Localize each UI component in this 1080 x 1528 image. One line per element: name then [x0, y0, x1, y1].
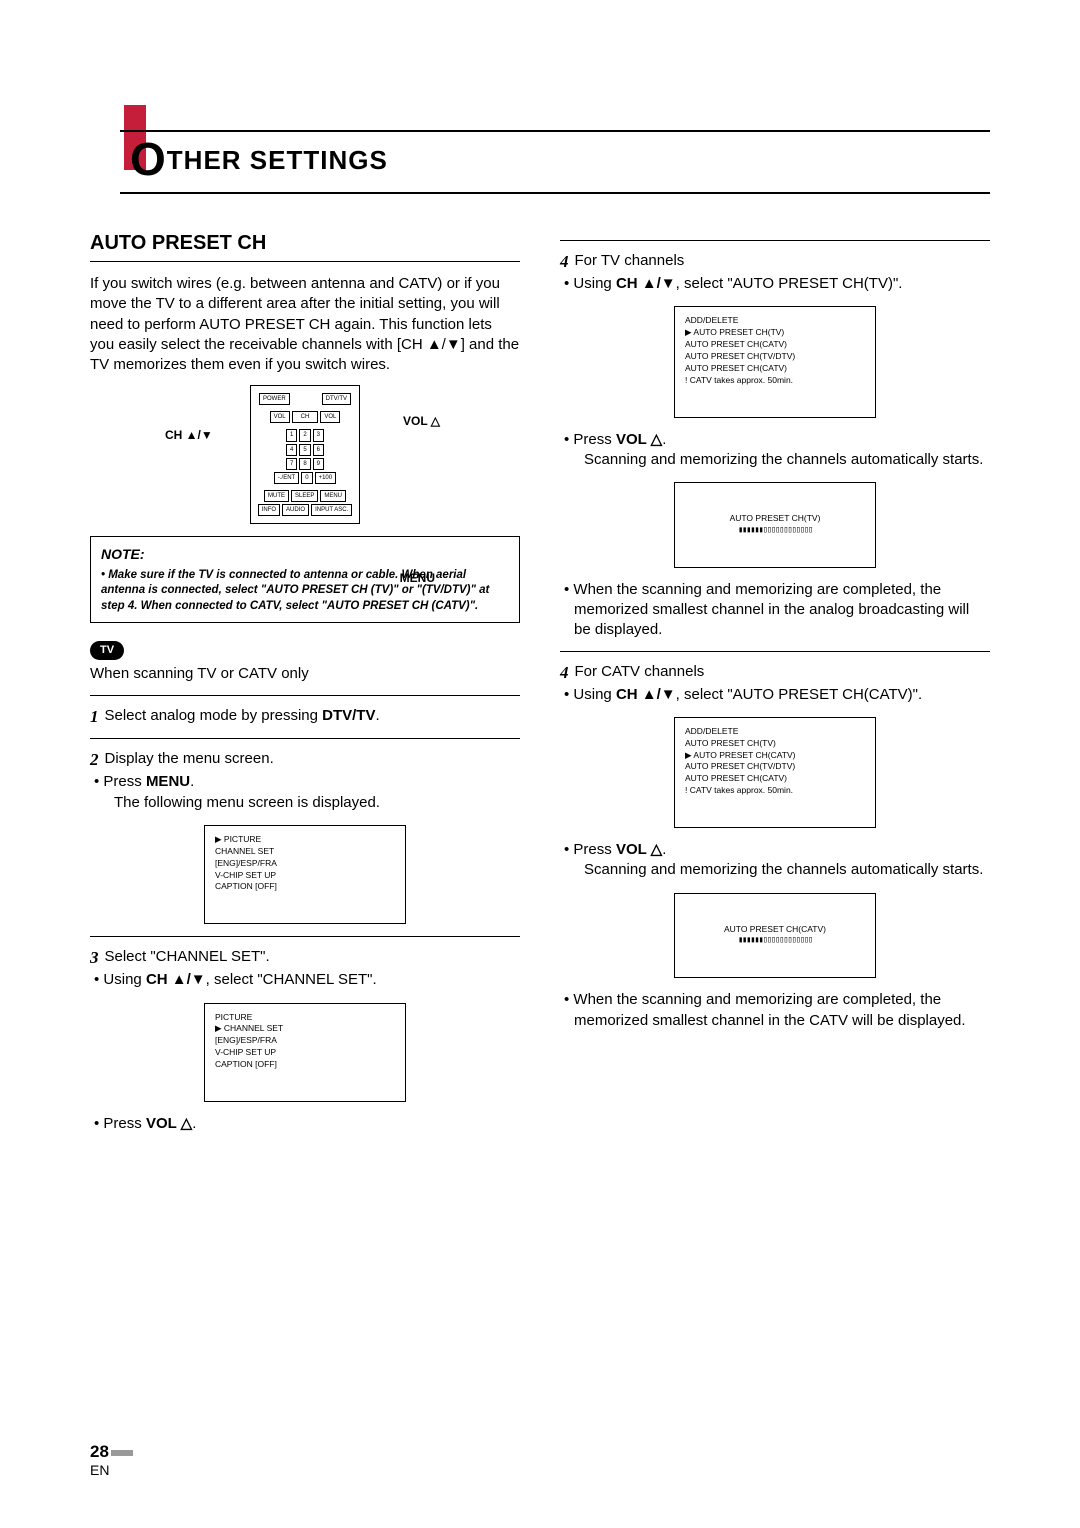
progress-bar: ▮▮▮▮▮▮▯▯▯▯▯▯▯▯▯▯▯▯	[685, 525, 865, 537]
step-number: 4	[560, 662, 569, 685]
osd-scan-catv: AUTO PRESET CH(CATV) ▮▮▮▮▮▮▯▯▯▯▯▯▯▯▯▯▯▯	[674, 893, 876, 979]
step-number: 3	[90, 947, 99, 970]
step-4-catv: 4 For CATV channels	[560, 662, 990, 685]
osd-scan-tv: AUTO PRESET CH(TV) ▮▮▮▮▮▮▯▯▯▯▯▯▯▯▯▯▯▯	[674, 482, 876, 568]
bullet: • When the scanning and memorizing are c…	[574, 580, 990, 641]
remote-diagram: VOL △ CH ▲/▼ MENU POWERDTV/TV VOL CH VOL…	[225, 385, 385, 524]
dropcap: O	[130, 133, 167, 185]
right-column: 4 For TV channels • Using CH ▲/▼, select…	[560, 230, 990, 1134]
remote-frame: POWERDTV/TV VOL CH VOL 123 456 789 -./EN…	[250, 385, 361, 524]
page-lang: EN	[90, 1462, 109, 1478]
bullet: • Using CH ▲/▼, select "CHANNEL SET".	[104, 970, 520, 990]
osd-menu-2: PICTURE ▶ CHANNEL SET [ENG]/ESP/FRA V-CH…	[204, 1003, 406, 1102]
callout-ch: CH ▲/▼	[165, 427, 213, 443]
osd-menu-3: ADD/DELETE ▶ AUTO PRESET CH(TV) AUTO PRE…	[674, 306, 876, 417]
bullet: • Press VOL △.	[574, 840, 990, 860]
bullet: • When the scanning and memorizing are c…	[574, 990, 990, 1031]
step-text: For TV channels	[575, 251, 685, 274]
osd-menu-1: ▶ PICTURE CHANNEL SET [ENG]/ESP/FRA V-CH…	[204, 825, 406, 924]
divider	[90, 738, 520, 739]
two-column-body: AUTO PRESET CH If you switch wires (e.g.…	[90, 230, 990, 1134]
note-text: • Make sure if the TV is connected to an…	[101, 568, 509, 615]
bullet-sub: The following menu screen is displayed.	[114, 793, 520, 813]
osd-menu-4: ADD/DELETE AUTO PRESET CH(TV) ▶ AUTO PRE…	[674, 717, 876, 828]
divider	[560, 651, 990, 652]
step-text: Select "CHANNEL SET".	[105, 947, 270, 970]
divider	[90, 695, 520, 696]
step-4-tv: 4 For TV channels	[560, 251, 990, 274]
step-text: For CATV channels	[575, 662, 705, 685]
callout-vol: VOL △	[403, 413, 440, 429]
note-box: NOTE: • Make sure if the TV is connected…	[90, 536, 520, 623]
title-rest: THER SETTINGS	[167, 145, 388, 175]
step-number: 2	[90, 749, 99, 772]
lead-text: When scanning TV or CATV only	[90, 664, 520, 684]
divider	[90, 936, 520, 937]
bullet: • Press VOL △.	[104, 1114, 520, 1134]
bullet: • Press MENU.	[104, 772, 520, 792]
bullet: • Press VOL △.	[574, 430, 990, 450]
subsection-title: AUTO PRESET CH	[90, 230, 520, 262]
step-number: 4	[560, 251, 569, 274]
step-2: 2 Display the menu screen.	[90, 749, 520, 772]
step-3: 3 Select "CHANNEL SET".	[90, 947, 520, 970]
note-title: NOTE:	[101, 545, 509, 564]
progress-bar: ▮▮▮▮▮▮▯▯▯▯▯▯▯▯▯▯▯▯	[685, 935, 865, 947]
bullet-sub: Scanning and memorizing the channels aut…	[584, 860, 990, 880]
manual-page: OTHER SETTINGS AUTO PRESET CH If you swi…	[0, 0, 1080, 1528]
section-header-bar: OTHER SETTINGS	[120, 130, 990, 194]
callout-menu: MENU	[400, 570, 435, 586]
bullet-sub: Scanning and memorizing the channels aut…	[584, 450, 990, 470]
left-column: AUTO PRESET CH If you switch wires (e.g.…	[90, 230, 520, 1134]
page-number: 28	[90, 1442, 109, 1461]
step-text: Display the menu screen.	[105, 749, 274, 772]
step-1: 1 Select analog mode by pressing DTV/TV.	[90, 706, 520, 729]
section-title: OTHER SETTINGS	[130, 132, 388, 192]
step-number: 1	[90, 706, 99, 729]
step-text: Select analog mode by pressing DTV/TV.	[105, 706, 380, 729]
bullet: • Using CH ▲/▼, select "AUTO PRESET CH(T…	[574, 274, 990, 294]
tv-tag: TV	[90, 641, 124, 660]
footer-accent	[111, 1450, 133, 1456]
bullet: • Using CH ▲/▼, select "AUTO PRESET CH(C…	[574, 685, 990, 705]
divider	[560, 240, 990, 241]
page-footer: 28 EN	[90, 1442, 133, 1478]
intro-paragraph: If you switch wires (e.g. between antenn…	[90, 274, 520, 375]
